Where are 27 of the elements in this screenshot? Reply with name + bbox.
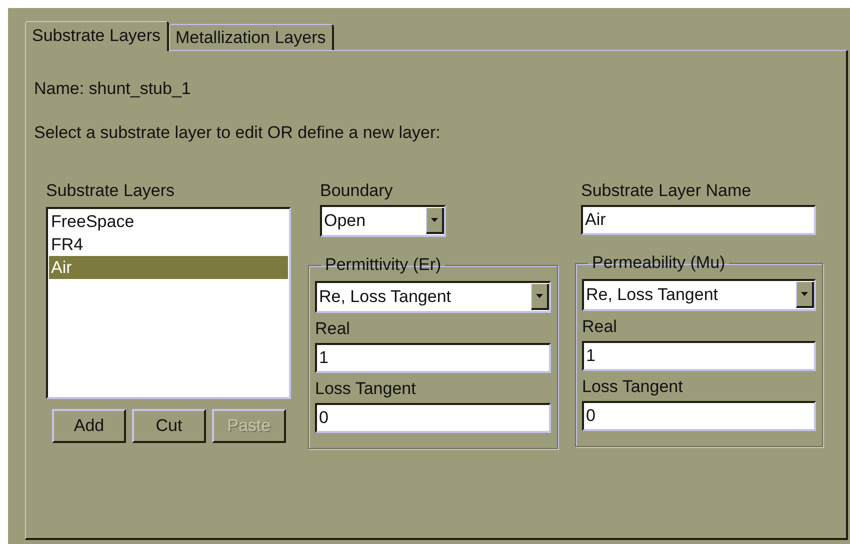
cut-button[interactable]: Cut bbox=[132, 409, 206, 443]
dropdown-arrow-icon bbox=[801, 292, 808, 296]
real-label: Real bbox=[315, 319, 351, 339]
mode-dropdown[interactable]: Re, Loss Tangent bbox=[315, 281, 551, 313]
list-item[interactable]: Air bbox=[49, 256, 288, 279]
real-label: Real bbox=[582, 317, 618, 337]
tab[interactable]: Substrate Layers bbox=[25, 21, 169, 51]
instruction-text: Select a substrate layer to edit OR define a new layer: bbox=[34, 123, 442, 143]
dropdown-arrow-icon bbox=[431, 218, 438, 222]
add-button[interactable]: Add bbox=[52, 409, 126, 443]
real-field[interactable]: 1 bbox=[315, 343, 551, 373]
boundary-dropdown[interactable]: Open bbox=[320, 205, 446, 237]
layer-name-field[interactable]: Air bbox=[581, 205, 816, 235]
list-label: Substrate Layers bbox=[46, 181, 176, 201]
real-field[interactable]: 1 bbox=[582, 341, 816, 371]
loss-tangent-field[interactable]: 0 bbox=[315, 403, 551, 433]
mode-dropdown[interactable]: Re, Loss Tangent bbox=[582, 279, 816, 311]
layer-name-label: Substrate Layer Name bbox=[581, 181, 752, 201]
boundary-label: Boundary bbox=[320, 181, 394, 201]
list-item[interactable]: FR4 bbox=[49, 233, 288, 256]
loss-tangent-label: Loss Tangent bbox=[582, 377, 684, 397]
dropdown-arrow-icon bbox=[536, 294, 543, 298]
tab[interactable]: Metallization Layers bbox=[168, 24, 334, 50]
loss-tangent-field[interactable]: 0 bbox=[582, 401, 816, 431]
name-label: Name: shunt_stub_1 bbox=[34, 79, 192, 99]
list-item[interactable]: FreeSpace bbox=[49, 210, 288, 233]
loss-tangent-label: Loss Tangent bbox=[315, 379, 417, 399]
